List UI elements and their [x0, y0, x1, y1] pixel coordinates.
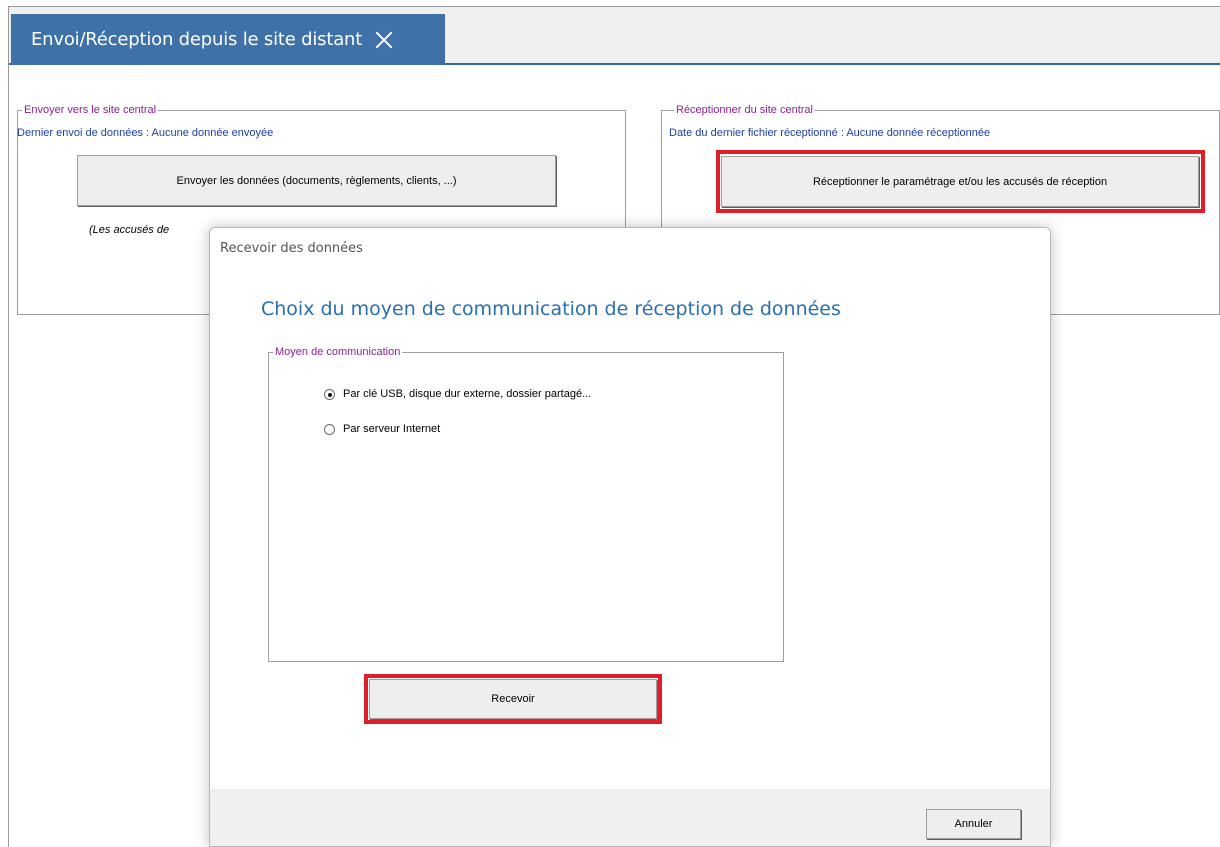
- dialog-heading: Choix du moyen de communication de récep…: [261, 298, 841, 320]
- dialog-footer: Annuler: [210, 789, 1050, 846]
- radio-usb[interactable]: [324, 388, 335, 400]
- tab-envoi-reception[interactable]: Envoi/Réception depuis le site distant: [11, 14, 445, 65]
- tab-title: Envoi/Réception depuis le site distant: [31, 29, 363, 50]
- option-usb[interactable]: Par clé USB, disque dur externe, dossier…: [324, 388, 591, 400]
- cancel-button[interactable]: Annuler: [926, 809, 1021, 839]
- receive-data-dialog: Recevoir des données Choix du moyen de c…: [209, 227, 1051, 847]
- option-usb-label: Par clé USB, disque dur externe, dossier…: [343, 388, 592, 400]
- dialog-title: Recevoir des données: [210, 228, 1050, 268]
- send-note: (Les accusés de: [89, 224, 170, 236]
- option-internet[interactable]: Par serveur Internet: [324, 423, 440, 435]
- close-tab-icon[interactable]: [374, 30, 394, 50]
- receive-group-legend: Réceptionner du site central: [674, 104, 815, 116]
- send-data-button[interactable]: Envoyer les données (documents, règlemen…: [77, 155, 556, 206]
- option-internet-label: Par serveur Internet: [343, 423, 441, 435]
- tab-strip: Envoi/Réception depuis le site distant: [9, 7, 1220, 65]
- highlight-receive-settings: [716, 150, 1205, 213]
- highlight-receive-button: [364, 674, 662, 724]
- communication-group-legend: Moyen de communication: [273, 346, 403, 358]
- communication-group: Moyen de communication Par clé USB, disq…: [268, 346, 784, 662]
- last-receive-info: Date du dernier fichier réceptionné : Au…: [669, 127, 991, 139]
- last-send-info: Dernier envoi de données : Aucune donnée…: [17, 127, 274, 139]
- send-group-legend: Envoyer vers le site central: [22, 104, 159, 116]
- radio-internet[interactable]: [324, 423, 335, 435]
